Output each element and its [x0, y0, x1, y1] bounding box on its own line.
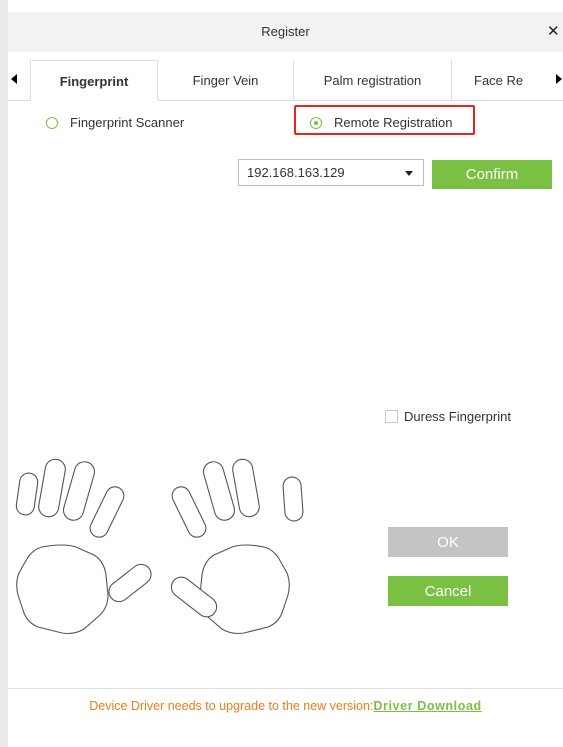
right-hand [169, 458, 304, 635]
driver-upgrade-notice: Device Driver needs to upgrade to the ne… [8, 699, 563, 713]
driver-upgrade-message: Device Driver needs to upgrade to the ne… [89, 699, 374, 713]
right-palm[interactable] [199, 544, 290, 635]
duress-fingerprint-label: Duress Fingerprint [404, 409, 511, 424]
right-index-finger[interactable] [169, 484, 209, 540]
hands-diagram [15, 458, 304, 635]
fingerprint-scanner-label: Fingerprint Scanner [70, 115, 185, 130]
left-pinky-finger[interactable] [15, 472, 39, 516]
tab-scroll-right-icon[interactable] [556, 74, 562, 84]
radio-icon[interactable] [46, 116, 58, 129]
remote-registration-label: Remote Registration [334, 115, 453, 130]
right-middle-finger[interactable] [201, 459, 237, 522]
ok-button[interactable]: OK [388, 527, 508, 557]
footer-divider [8, 688, 563, 689]
checkbox-icon[interactable] [385, 410, 398, 424]
tab-scroll-left-icon[interactable] [11, 74, 17, 84]
tab-face-registration[interactable]: Face Re [452, 60, 555, 100]
remote-registration-option[interactable]: Remote Registration [310, 112, 453, 134]
tab-palm-registration[interactable]: Palm registration [294, 60, 452, 100]
confirm-button[interactable]: Confirm [432, 160, 552, 189]
device-ip-value: 192.168.163.129 [247, 165, 345, 180]
left-ring-finger[interactable] [37, 458, 67, 519]
driver-download-link[interactable]: Driver Download [373, 699, 481, 713]
tab-finger-vein[interactable]: Finger Vein [158, 60, 294, 100]
right-pinky-finger[interactable] [282, 476, 304, 522]
close-icon[interactable]: ✕ [547, 12, 561, 52]
tab-bar: Fingerprint Finger Vein Palm registratio… [8, 60, 563, 101]
cancel-button[interactable]: Cancel [388, 576, 508, 606]
left-thumb[interactable] [105, 560, 155, 605]
right-ring-finger[interactable] [231, 458, 261, 519]
device-ip-select[interactable]: 192.168.163.129 [238, 159, 424, 186]
fingerprint-scanner-option[interactable]: Fingerprint Scanner [46, 112, 184, 134]
tab-fingerprint[interactable]: Fingerprint [30, 60, 158, 101]
left-hand [15, 458, 155, 635]
left-middle-finger[interactable] [61, 459, 97, 522]
left-index-finger[interactable] [87, 484, 127, 540]
duress-fingerprint-option[interactable]: Duress Fingerprint [385, 406, 511, 428]
left-palm[interactable] [16, 544, 109, 635]
radio-selected-icon[interactable] [310, 116, 322, 129]
dialog-title: Register [8, 12, 563, 52]
background-shade [0, 0, 8, 747]
chevron-down-icon[interactable] [405, 171, 413, 176]
